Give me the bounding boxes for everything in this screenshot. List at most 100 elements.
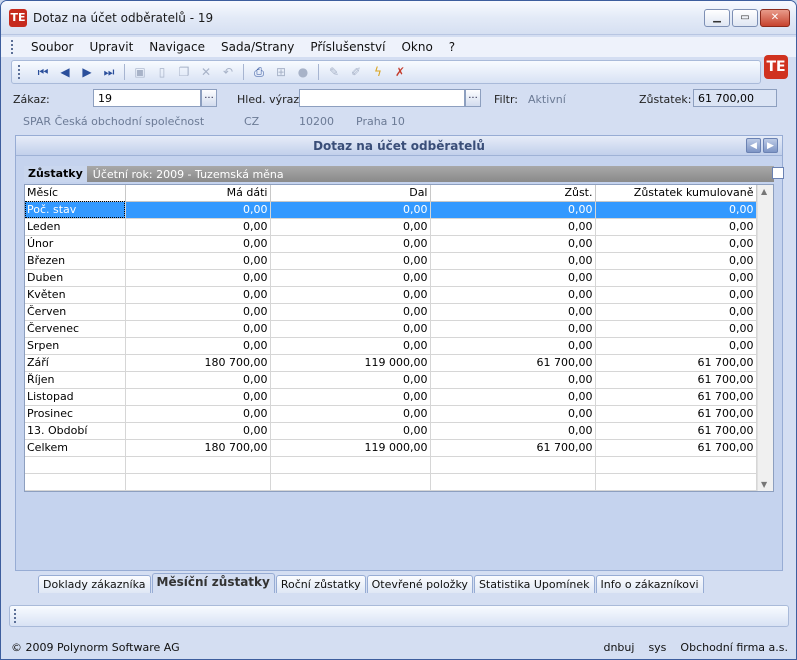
table-cell: 0,00 (270, 371, 431, 389)
highlight-pen-icon[interactable]: ✐ (347, 63, 365, 81)
app-window: TE Dotaz na účet odběratelů - 19 ▁ ▭ ✕ S… (0, 0, 797, 660)
tab-mesicni-zustatky[interactable]: Měsíční zůstatky (151, 573, 275, 593)
table-row[interactable]: Prosinec 0,00 0,00 0,00 61 700,00 (25, 405, 757, 423)
filter-row: Zákaz: 19 ... Hled. výraz: ... Filtr: Ak… (1, 89, 796, 111)
clear-filter-icon[interactable]: ✗ (391, 63, 409, 81)
table-cell: 0,00 (125, 405, 271, 423)
table-row[interactable]: Říjen 0,00 0,00 0,00 61 700,00 (25, 371, 757, 389)
table-cell: 0,00 (125, 201, 271, 219)
table-row[interactable]: Červenec 0,00 0,00 0,00 0,00 (25, 320, 757, 338)
previous-record-icon[interactable]: ◀ (56, 63, 74, 81)
next-record-icon[interactable]: ▶ (78, 63, 96, 81)
delete-icon[interactable]: ✕ (197, 63, 215, 81)
tab-rocni-zustatky[interactable]: Roční zůstatky (275, 575, 366, 593)
print-icon[interactable]: ⎙ (250, 63, 268, 81)
edit-pen-icon[interactable]: ✎ (325, 63, 343, 81)
scroll-up-icon[interactable]: ▲ (761, 187, 767, 196)
zakaz-input[interactable]: 19 (93, 89, 201, 107)
scroll-down-icon[interactable]: ▼ (761, 480, 767, 489)
menu-help[interactable]: ? (441, 40, 463, 54)
record-icon[interactable]: ● (294, 63, 312, 81)
table-row[interactable]: Březen 0,00 0,00 0,00 0,00 (25, 252, 757, 270)
table-cell: 61 700,00 (595, 388, 757, 406)
table-cell: 0,00 (125, 252, 271, 270)
close-button[interactable]: ✕ (760, 8, 790, 27)
menu-okno[interactable]: Okno (393, 40, 440, 54)
undo-icon[interactable]: ↶ (219, 63, 237, 81)
toolbar: ⏮ ◀ ▶ ⏭ ▣ ▯ ❐ ✕ ↶ ⎙ ⊞ ● ✎ ✐ ϟ ✗ (1, 59, 796, 85)
maximize-button[interactable]: ▭ (732, 8, 758, 27)
table-cell: 0,00 (270, 337, 431, 355)
search-input[interactable] (299, 89, 465, 107)
table-cell: Červenec (25, 320, 126, 338)
toolbar-grip-icon (18, 65, 22, 79)
tab-info-o-zakaznikovi[interactable]: Info o zákazníkovi (595, 575, 704, 593)
table-row[interactable]: Srpen 0,00 0,00 0,00 0,00 (25, 337, 757, 355)
table-cell: 0,00 (125, 286, 271, 304)
filter-lightning-icon[interactable]: ϟ (369, 63, 387, 81)
table-cell: 0,00 (125, 303, 271, 321)
last-record-icon[interactable]: ⏭ (100, 63, 118, 81)
table-cell: 0,00 (595, 235, 757, 253)
col-header-mesic[interactable]: Měsíc (25, 185, 126, 202)
table-row[interactable]: Září 180 700,00 119 000,00 61 700,00 61 700,… (25, 354, 757, 372)
bottom-toolbar (9, 605, 789, 627)
table-row[interactable]: Duben 0,00 0,00 0,00 0,00 (25, 269, 757, 287)
table-cell: 180 700,00 (125, 439, 271, 457)
zakaz-lookup-button[interactable]: ... (201, 89, 217, 107)
table-cell: 0,00 (430, 320, 596, 338)
table-row[interactable]: Leden 0,00 0,00 0,00 0,00 (25, 218, 757, 236)
table-cell: 61 700,00 (430, 439, 596, 457)
structure-icon[interactable]: ⊞ (272, 63, 290, 81)
table-header-row: Měsíc Má dáti Dal Zůst. Zůstatek kumulov… (25, 185, 757, 202)
app-logo-icon: TE (9, 8, 27, 27)
tab-otevrene-polozky[interactable]: Otevřené položky (366, 575, 473, 593)
table-cell: Leden (25, 218, 126, 236)
table-row[interactable]: Celkem 180 700,00 119 000,00 61 700,00 61 70… (25, 439, 757, 457)
menu-prislusenstvi[interactable]: Příslušenství (302, 40, 393, 54)
save-icon[interactable]: ▣ (131, 63, 149, 81)
menu-sada-strany[interactable]: Sada/Strany (213, 40, 302, 54)
tab-strip: Doklady zákazníka Měsíční zůstatky Roční… (15, 573, 705, 593)
menu-upravit[interactable]: Upravit (81, 40, 141, 54)
zustatek-label: Zůstatek: (639, 93, 692, 106)
panel-prev-arrow-icon[interactable]: ◀ (746, 138, 761, 153)
panel-title: Dotaz na účet odběratelů (313, 138, 485, 153)
table-scrollbar[interactable]: ▲ ▼ (757, 185, 773, 491)
table-cell: 0,00 (270, 252, 431, 270)
table-row[interactable]: 13. Období 0,00 0,00 0,00 61 700,00 (25, 422, 757, 440)
table-cell: 61 700,00 (595, 439, 757, 457)
table-cell: 0,00 (430, 422, 596, 440)
panel-next-arrow-icon[interactable]: ▶ (763, 138, 778, 153)
table-cell: 0,00 (125, 371, 271, 389)
first-record-icon[interactable]: ⏮ (34, 63, 52, 81)
table-cell: 0,00 (430, 235, 596, 253)
menu-soubor[interactable]: Soubor (23, 40, 81, 54)
new-document-icon[interactable]: ▯ (153, 63, 171, 81)
copy-icon[interactable]: ❐ (175, 63, 193, 81)
table-row[interactable]: Poč. stav 0,00 0,00 0,00 0,00 (25, 201, 757, 219)
grid-settings-icon[interactable] (772, 167, 784, 179)
table-cell: 0,00 (430, 371, 596, 389)
table-row[interactable]: Květen 0,00 0,00 0,00 0,00 (25, 286, 757, 304)
tab-doklady-zakaznika[interactable]: Doklady zákazníka (38, 575, 151, 593)
status-system: sys (648, 640, 667, 654)
table-cell: 0,00 (430, 303, 596, 321)
col-header-zustatek-kumulovane[interactable]: Zůstatek kumulovaně (595, 185, 757, 202)
table-cell: 0,00 (595, 337, 757, 355)
table-row[interactable]: Červen 0,00 0,00 0,00 0,00 (25, 303, 757, 321)
table-row[interactable]: Únor 0,00 0,00 0,00 0,00 (25, 235, 757, 253)
table-cell: 61 700,00 (595, 405, 757, 423)
tab-statistika-upominek[interactable]: Statistika Upomínek (473, 575, 595, 593)
search-lookup-button[interactable]: ... (465, 89, 481, 107)
col-header-dal[interactable]: Dal (270, 185, 431, 202)
col-header-ma-dati[interactable]: Má dáti (125, 185, 271, 202)
col-header-zust[interactable]: Zůst. (430, 185, 596, 202)
table-cell: 61 700,00 (595, 354, 757, 372)
customer-name: SPAR Česká obchodní společnost (23, 115, 205, 128)
menu-navigace[interactable]: Navigace (141, 40, 213, 54)
minimize-button[interactable]: ▁ (704, 8, 730, 27)
table-cell: Červen (25, 303, 126, 321)
customer-country: CZ (244, 115, 260, 128)
table-row[interactable]: Listopad 0,00 0,00 0,00 61 700,00 (25, 388, 757, 406)
